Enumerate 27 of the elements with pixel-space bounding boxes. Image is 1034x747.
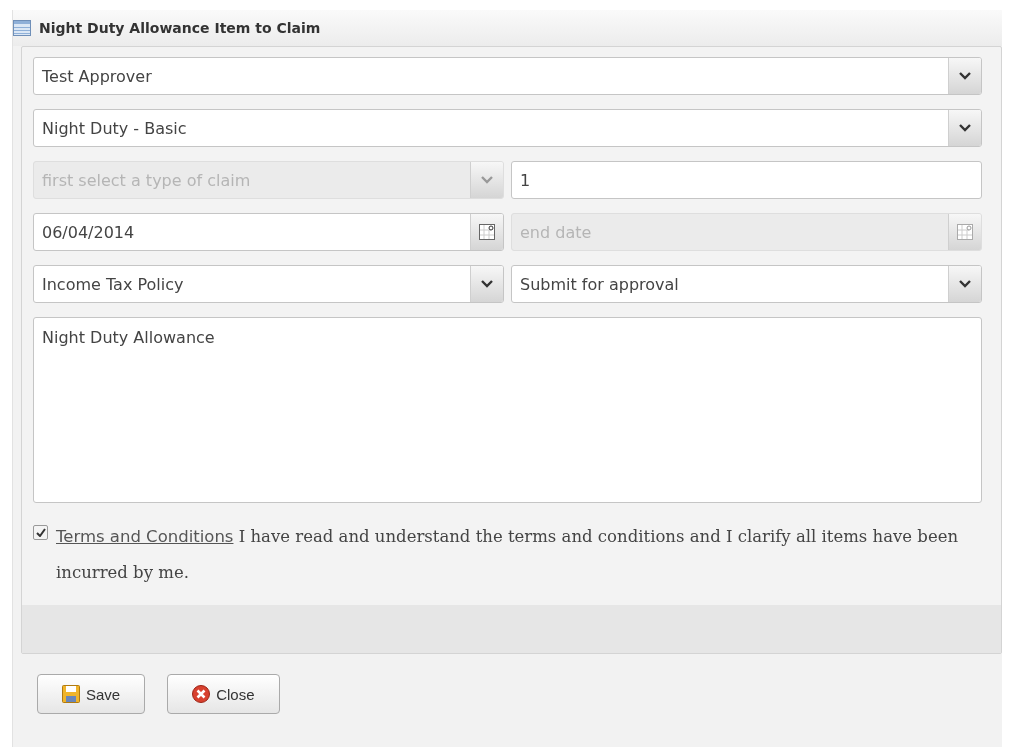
dropdown-field[interactable]: Income Tax Policy — [33, 265, 504, 303]
date-picker-trigger[interactable] — [470, 214, 503, 250]
text-field[interactable]: 1 — [511, 161, 982, 199]
close-icon — [192, 685, 211, 703]
dropdown-trigger[interactable] — [470, 266, 503, 302]
checkbox[interactable] — [33, 525, 48, 540]
dropdown-trigger[interactable] — [948, 266, 981, 302]
calendar-icon — [957, 224, 973, 240]
chevron-down-icon — [481, 176, 493, 184]
terms-link[interactable]: Terms and Conditions — [56, 527, 234, 546]
save-button[interactable]: Save — [37, 674, 146, 714]
terms-text: Terms and Conditions I have read and understand the terms and conditions and I clarify all items have been incurred by me. — [56, 526, 960, 584]
chevron-down-icon — [959, 124, 971, 132]
table-icon — [13, 20, 31, 36]
calendar-icon — [479, 224, 495, 240]
dropdown-field[interactable]: Test Approver — [33, 57, 982, 95]
dropdown-trigger[interactable] — [948, 58, 981, 94]
description-field[interactable]: Night Duty Allowance — [33, 317, 982, 503]
dropdown-field[interactable]: Submit for approval — [511, 265, 982, 303]
dropdown-field[interactable]: Night Duty - Basic — [33, 109, 982, 147]
chevron-down-icon — [959, 72, 971, 80]
chevron-down-icon — [959, 280, 971, 288]
dropdown-trigger[interactable] — [948, 110, 981, 146]
close-button[interactable]: Close — [167, 674, 280, 714]
date-field[interactable]: 06/04/2014 — [33, 213, 504, 251]
window-title: Night Duty Allowance Item to Claim — [39, 20, 321, 36]
chevron-down-icon — [481, 280, 493, 288]
